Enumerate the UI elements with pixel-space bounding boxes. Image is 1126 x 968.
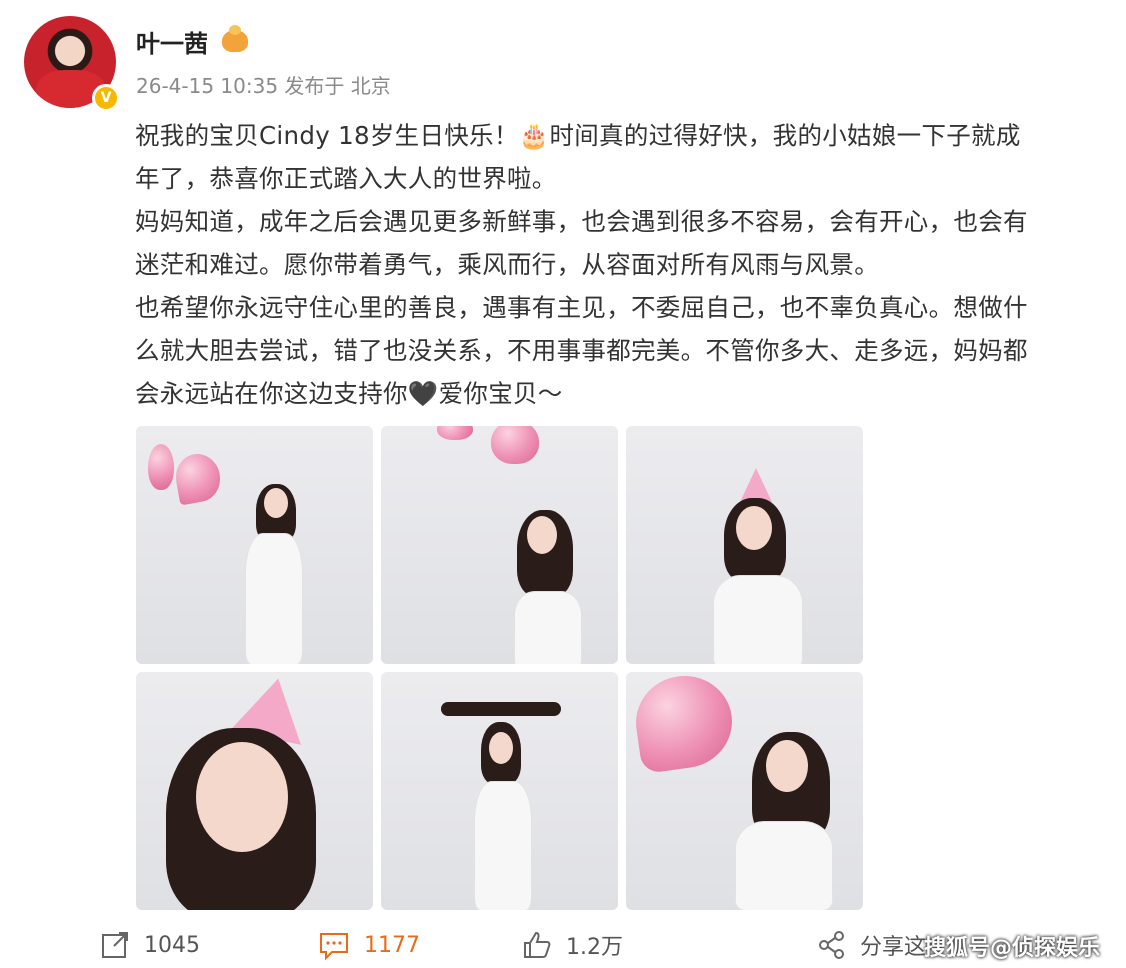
verified-badge-icon: V bbox=[92, 84, 120, 112]
post-line: 妈妈知道，成年之后会遇见更多新鲜事，也会遇到很多不容易，会有开心，也会有 bbox=[135, 207, 1028, 236]
face bbox=[766, 740, 808, 792]
username[interactable]: 叶一茜 bbox=[136, 24, 208, 59]
post-line: 会永远站在你这边支持你🖤爱你宝贝～ bbox=[135, 379, 563, 408]
avatar-face bbox=[58, 36, 82, 66]
post-meta: 26-4-15 10:35 发布于 北京 bbox=[136, 74, 391, 98]
post-line: 么就大胆去尝试，错了也没关系，不用事事都完美。不管你多大、走多远，妈妈都 bbox=[135, 336, 1028, 365]
heart-balloon bbox=[172, 450, 224, 506]
white-dress bbox=[246, 534, 302, 664]
share-label: 分享这 bbox=[860, 935, 927, 960]
like-button[interactable]: 1.2万 bbox=[522, 928, 623, 962]
watermark: 搜狐号@侦探娱乐 bbox=[923, 936, 1100, 961]
face bbox=[489, 732, 513, 764]
white-dress bbox=[515, 592, 581, 664]
post-line: 迷茫和难过。愿你带着勇气，乘风而行，从容面对所有风雨与风景。 bbox=[135, 250, 879, 279]
photo-4[interactable] bbox=[136, 672, 373, 910]
heart-balloon bbox=[630, 672, 738, 775]
share-icon bbox=[819, 931, 844, 959]
post-header: V 叶一茜 26-4-15 10:35 发布于 北京 bbox=[22, 14, 1102, 114]
heart-balloon bbox=[491, 426, 539, 464]
repost-icon bbox=[102, 932, 128, 958]
repost-button[interactable]: 1045 bbox=[100, 928, 200, 962]
photo-5[interactable] bbox=[381, 672, 618, 910]
face bbox=[527, 516, 557, 554]
post-line: 年了，恭喜你正式踏入大人的世界啦。 bbox=[135, 164, 557, 193]
post-line: 祝我的宝贝Cindy 18岁生日快乐！🎂时间真的过得好快，我的小姑娘一下子就成 bbox=[135, 121, 1021, 150]
photo-3[interactable] bbox=[626, 426, 863, 664]
thumbs-up-icon bbox=[524, 931, 551, 958]
hair-strands bbox=[441, 702, 561, 716]
post-line: 也希望你永远守住心里的善良，遇事有主见，不委屈自己，也不辜负真心。想做什 bbox=[135, 293, 1028, 322]
white-dress bbox=[736, 822, 832, 910]
comment-icon bbox=[320, 933, 348, 960]
comment-button[interactable]: 1177 bbox=[318, 928, 420, 962]
white-dress bbox=[714, 576, 802, 664]
share-button[interactable]: 分享这 bbox=[818, 928, 926, 962]
action-bar: 1045 1177 1.2万 分享这 搜狐号@侦探娱乐 bbox=[0, 918, 1126, 968]
white-dress bbox=[475, 782, 531, 910]
face bbox=[264, 488, 288, 518]
photo-1[interactable] bbox=[136, 426, 373, 664]
heart-balloon bbox=[437, 426, 473, 440]
post-body: 祝我的宝贝Cindy 18岁生日快乐！🎂时间真的过得好快，我的小姑娘一下子就成 … bbox=[135, 114, 1115, 415]
like-count: 1.2万 bbox=[566, 935, 623, 960]
face bbox=[196, 742, 288, 852]
comment-count: 1177 bbox=[364, 932, 420, 958]
vip-crown-icon bbox=[222, 25, 248, 52]
balloon bbox=[148, 444, 174, 490]
photo-6[interactable] bbox=[626, 672, 863, 910]
photo-grid bbox=[136, 426, 866, 912]
repost-count: 1045 bbox=[144, 932, 200, 958]
face bbox=[736, 506, 772, 550]
party-hat bbox=[740, 468, 772, 502]
photo-2[interactable] bbox=[381, 426, 618, 664]
